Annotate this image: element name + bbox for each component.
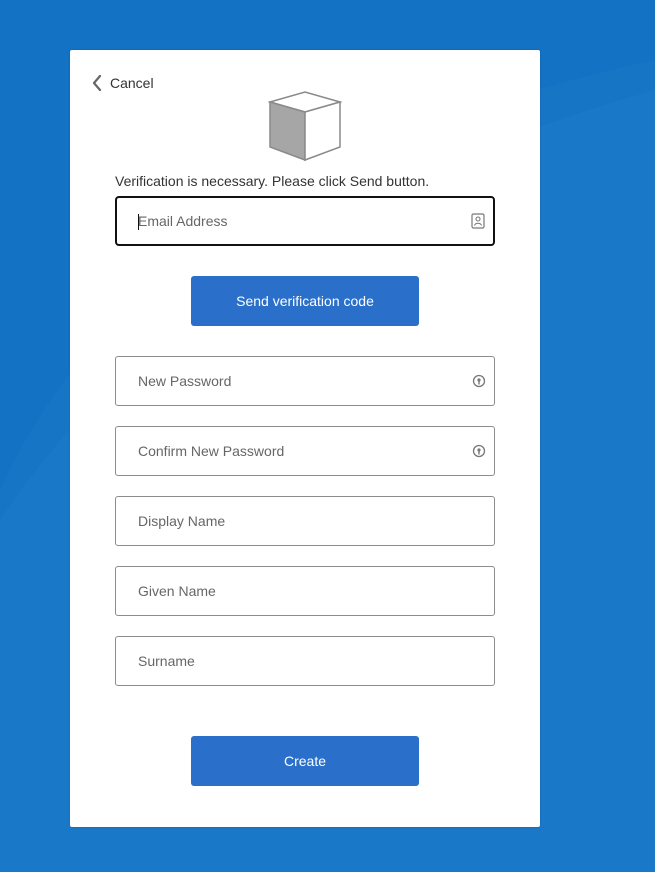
signup-card: Cancel Verification is necessary. Please… bbox=[70, 50, 540, 827]
password-reveal-icon[interactable] bbox=[472, 443, 486, 459]
contact-card-icon bbox=[471, 213, 485, 229]
email-field[interactable] bbox=[115, 196, 495, 246]
new-password-field[interactable] bbox=[115, 356, 495, 406]
surname-field[interactable] bbox=[115, 636, 495, 686]
display-name-input[interactable] bbox=[116, 497, 494, 545]
send-verification-code-button[interactable]: Send verification code bbox=[191, 276, 419, 326]
confirm-password-input[interactable] bbox=[116, 427, 494, 475]
cube-logo-icon bbox=[268, 91, 342, 162]
given-name-input[interactable] bbox=[116, 567, 494, 615]
chevron-left-icon bbox=[92, 75, 102, 91]
given-name-field[interactable] bbox=[115, 566, 495, 616]
display-name-field[interactable] bbox=[115, 496, 495, 546]
cancel-label: Cancel bbox=[110, 75, 154, 91]
verification-intro-text: Verification is necessary. Please click … bbox=[115, 173, 430, 189]
confirm-password-field[interactable] bbox=[115, 426, 495, 476]
create-button[interactable]: Create bbox=[191, 736, 419, 786]
text-caret bbox=[138, 214, 139, 230]
password-reveal-icon[interactable] bbox=[472, 373, 486, 389]
surname-input[interactable] bbox=[116, 637, 494, 685]
cancel-link[interactable]: Cancel bbox=[92, 75, 154, 91]
new-password-input[interactable] bbox=[116, 357, 494, 405]
email-input[interactable] bbox=[117, 198, 493, 244]
